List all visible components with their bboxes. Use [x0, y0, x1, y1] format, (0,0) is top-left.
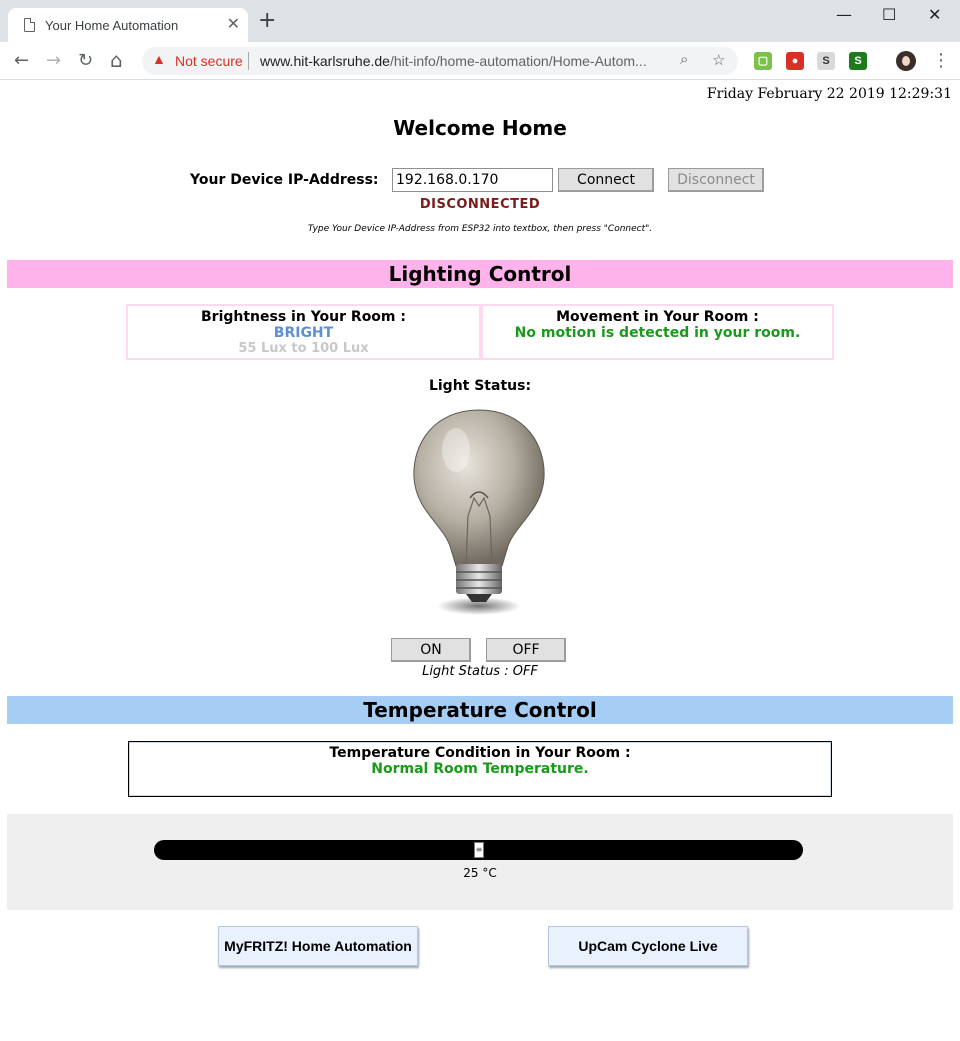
url-path: /hit-info/home-automation/Home-Autom...	[389, 53, 647, 69]
menu-dots-icon[interactable]: ⋮	[932, 50, 950, 71]
maximize-button[interactable]: ☐	[882, 5, 896, 24]
tab-title: Your Home Automation	[45, 18, 179, 33]
slider-thumb[interactable]: ≡	[474, 842, 484, 858]
temperature-slider[interactable]: ≡	[154, 840, 803, 860]
browser-toolbar: ← → ↻ ⌂ ▲ Not secure www.hit-karlsruhe.d…	[0, 42, 960, 80]
movement-box: Movement in Your Room : No motion is det…	[481, 304, 834, 360]
page-content: Friday February 22 2019 12:29:31 Welcome…	[0, 80, 960, 1041]
security-indicator[interactable]: Not secure	[175, 53, 243, 69]
page-icon	[24, 18, 35, 32]
disconnect-button[interactable]: Disconnect	[668, 168, 764, 192]
address-bar[interactable]: ▲ Not secure www.hit-karlsruhe.de/hit-in…	[142, 47, 738, 75]
home-button[interactable]: ⌂	[110, 48, 123, 72]
light-bulb-icon	[413, 409, 545, 615]
light-off-button[interactable]: OFF	[486, 638, 566, 662]
profile-avatar[interactable]	[896, 51, 916, 71]
warning-icon: ▲	[152, 51, 166, 67]
url-host: www.hit-karlsruhe.de	[260, 53, 390, 69]
light-status-text: Light Status : OFF	[422, 664, 538, 679]
light-on-button[interactable]: ON	[391, 638, 471, 662]
upcam-button[interactable]: UpCam Cyclone Live	[548, 926, 748, 966]
browser-titlebar: Your Home Automation ✕ + — ☐ ✕	[0, 0, 960, 42]
star-icon[interactable]: ☆	[712, 51, 725, 69]
temperature-condition-box: Temperature Condition in Your Room : Nor…	[128, 741, 832, 797]
adblock-icon[interactable]: ●	[786, 52, 804, 70]
close-window-button[interactable]: ✕	[928, 5, 941, 24]
temperature-value: 25 °C	[463, 866, 497, 880]
minimize-button[interactable]: —	[836, 5, 852, 24]
lighting-control-header: Lighting Control	[7, 260, 953, 288]
hint-text: Type Your Device IP-Address from ESP32 i…	[307, 224, 653, 234]
s-extension-icon[interactable]: S	[817, 52, 835, 70]
temperature-condition-value: Normal Room Temperature.	[371, 761, 589, 777]
url-text[interactable]: www.hit-karlsruhe.de/hit-info/home-autom…	[260, 53, 647, 69]
shield-extension-icon[interactable]: ▢	[754, 52, 772, 70]
page-title: Welcome Home	[393, 116, 567, 140]
brightness-box: Brightness in Your Room : BRIGHT 55 Lux …	[126, 304, 481, 360]
new-tab-button[interactable]: +	[258, 10, 276, 32]
ip-label: Your Device IP-Address:	[190, 172, 379, 188]
forward-button[interactable]: →	[46, 50, 61, 71]
back-button[interactable]: ←	[14, 50, 29, 71]
ip-address-input[interactable]	[392, 168, 553, 192]
myfritz-button[interactable]: MyFRITZ! Home Automation	[218, 926, 418, 966]
brightness-title: Brightness in Your Room :	[201, 309, 406, 325]
green-s-extension-icon[interactable]: S	[849, 52, 867, 70]
brightness-range: 55 Lux to 100 Lux	[238, 341, 369, 356]
datetime: Friday February 22 2019 12:29:31	[706, 86, 952, 102]
reload-button[interactable]: ↻	[78, 50, 93, 71]
temperature-slider-panel: ≡ 25 °C	[7, 814, 953, 910]
tab-close-icon[interactable]: ✕	[227, 14, 240, 34]
connection-status: DISCONNECTED	[419, 197, 541, 212]
divider	[248, 52, 249, 70]
connect-button[interactable]: Connect	[558, 168, 654, 192]
movement-title: Movement in Your Room :	[556, 309, 759, 325]
temperature-control-header: Temperature Control	[7, 696, 953, 724]
search-icon[interactable]: ⌕	[680, 51, 688, 68]
brightness-value: BRIGHT	[273, 325, 334, 341]
light-status-title: Light Status:	[428, 378, 532, 394]
temperature-condition-title: Temperature Condition in Your Room :	[329, 745, 631, 761]
movement-value: No motion is detected in your room.	[514, 325, 801, 341]
browser-tab[interactable]: Your Home Automation ✕	[8, 8, 248, 42]
